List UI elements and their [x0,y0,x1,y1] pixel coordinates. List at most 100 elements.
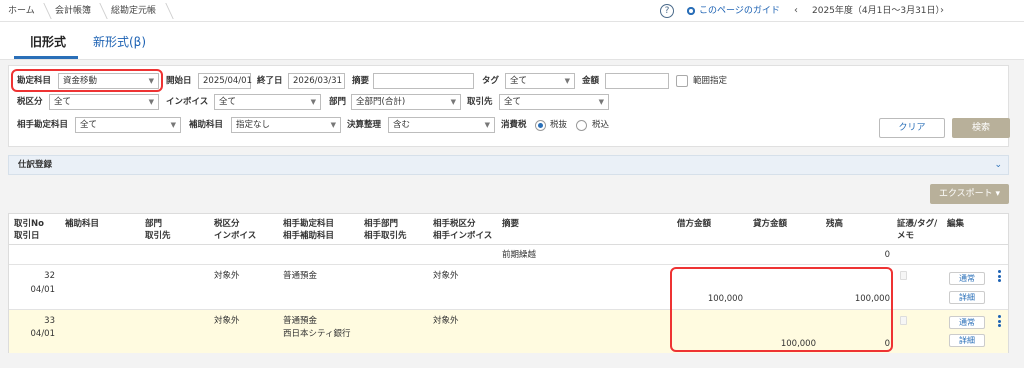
chevron-down-icon: ▼ [170,121,176,129]
help-icon[interactable]: ? [660,4,674,18]
breadcrumb-books[interactable]: 会計帳簿 [55,0,91,22]
row-counter-account: 普通預金 [283,271,318,281]
header-counter-department: 相手部門 相手取引先 [364,218,407,242]
detail-button[interactable]: 詳細 [949,334,985,347]
journal-entry-bar[interactable]: 仕訳登録 ⌄ [8,155,1009,175]
tabs-divider [0,59,1024,60]
header-tax: 税区分 インボイス [214,218,256,242]
breadcrumb-current: 総勘定元帳 [111,6,157,16]
start-date-label: 開始日 [166,76,192,86]
start-date-input[interactable]: 2025/04/01 [198,73,252,89]
department-label: 部門 [329,97,347,107]
top-bar: ホーム 会計帳簿 総勘定元帳 ? このページのガイド ‹ 2025年度（4月1日… [0,0,1024,22]
header-counter-account: 相手勘定科目 相手補助科目 [283,218,334,242]
chevron-down-icon: ▼ [148,98,154,106]
row-no: 33 [44,316,55,326]
row-date: 04/01 [30,329,56,339]
summary-input[interactable] [373,73,474,89]
tag-select[interactable]: 全て ▼ [505,73,575,89]
breadcrumb-separator [90,3,108,19]
tax-category-label: 税区分 [17,97,43,107]
fiscal-year-label: 2025年度（4月1日〜3月31日） [812,6,945,16]
header-line: 取引No [14,219,44,229]
attachment-icon[interactable] [900,316,907,325]
more-menu-icon[interactable] [998,270,1001,284]
partner-value: 全て [504,97,522,107]
consumption-tax-label: 消費税 [501,120,527,130]
amount-label: 金額 [582,76,600,86]
ledger-table: 取引No 取引日 補助科目 部門 取引先 税区分 インボイス 相手勘定科目 相手… [8,213,1009,353]
invoice-value: 全て [219,97,237,107]
header-counter-tax: 相手税区分 相手インボイス [433,218,492,242]
row-counter-tax: 対象外 [433,316,459,326]
attachment-icon[interactable] [900,271,907,280]
header-line: 取引先 [145,231,171,241]
prev-year-chevron-icon[interactable]: ‹ [794,0,798,22]
header-subaccount: 補助科目 [65,218,99,230]
header-line: 摘要 [502,219,520,229]
search-button[interactable]: 検索 [952,118,1010,138]
header-line: 税区分 [214,219,240,229]
range-label: 範囲指定 [693,76,728,86]
header-line: 部門 [145,219,163,229]
header-line: 相手勘定科目 [283,219,335,229]
tax-category-select[interactable]: 全て ▼ [49,94,159,110]
table-header: 取引No 取引日 補助科目 部門 取引先 税区分 インボイス 相手勘定科目 相手… [9,214,1008,245]
header-line: 相手補助科目 [283,231,335,241]
chevron-down-icon: ▼ [330,121,336,129]
row-counter-account: 普通預金 [283,316,318,326]
chevron-down-icon: ▼ [484,121,490,129]
export-button[interactable]: エクスポート ▾ [930,184,1009,204]
status-normal-button[interactable]: 通常 [949,272,985,285]
header-edit: 編集 [947,218,964,230]
row-no: 32 [44,271,55,281]
closing-select[interactable]: 含む ▼ [388,117,495,133]
detail-button[interactable]: 詳細 [949,291,985,304]
chevron-down-icon[interactable]: ⌄ [994,156,1002,174]
next-year-chevron-icon[interactable]: › [940,0,944,22]
filter-panel: 勘定科目 資金移動 ▼ 開始日 2025/04/01 終了日 2026/03/31… [8,65,1010,147]
tab-new-format[interactable]: 新形式(β) [93,33,146,50]
partner-select[interactable]: 全て ▼ [499,94,609,110]
department-select[interactable]: 全部門(合計) ▼ [351,94,461,110]
carryover-row: 前期繰越 0 [9,245,1008,265]
summary-label: 摘要 [352,76,370,86]
subaccount-select[interactable]: 指定なし ▼ [231,117,341,133]
annotation-highlight-account [11,69,163,92]
tag-select-value: 全て [510,76,528,86]
end-date-label: 終了日 [257,76,283,86]
more-menu-icon[interactable] [998,315,1001,329]
tax-excluded-label: 税抜 [550,120,568,130]
counter-account-label: 相手勘定科目 [17,120,69,130]
range-checkbox[interactable] [676,75,688,87]
tab-old-format[interactable]: 旧形式 [30,33,66,50]
end-date-input[interactable]: 2026/03/31 [288,73,345,89]
header-line: メモ [897,231,915,241]
counter-account-value: 全て [80,120,98,130]
header-line: 相手取引先 [364,231,407,241]
header-line: 借方金額 [677,219,712,229]
header-department: 部門 取引先 [145,218,171,242]
amount-input[interactable] [605,73,669,89]
header-line: 証憑/タグ/ [897,219,938,229]
chevron-down-icon: ▼ [450,98,456,106]
guide-icon [687,7,695,15]
breadcrumb-home[interactable]: ホーム [8,0,35,22]
counter-account-select[interactable]: 全て ▼ [75,117,181,133]
header-line: 相手部門 [364,219,399,229]
header-line: 貸方金額 [753,219,788,229]
row-counter-tax: 対象外 [433,271,459,281]
tax-excluded-radio[interactable] [535,120,546,131]
invoice-select[interactable]: 全て ▼ [214,94,321,110]
row-date: 04/01 [30,285,56,295]
row-counter-subaccount: 西日本シティ銀行 [283,329,351,339]
carryover-summary: 前期繰越 [502,250,537,260]
header-debit: 借方金額 [677,218,711,230]
header-evidence: 証憑/タグ/ メモ [897,218,937,242]
page-guide-link[interactable]: このページのガイド [699,0,780,22]
row-tax: 対象外 [214,316,240,326]
clear-button[interactable]: クリア [879,118,945,138]
format-tabs: 旧形式 新形式(β) [0,22,1024,60]
status-normal-button[interactable]: 通常 [949,316,985,329]
tax-included-radio[interactable] [576,120,587,131]
